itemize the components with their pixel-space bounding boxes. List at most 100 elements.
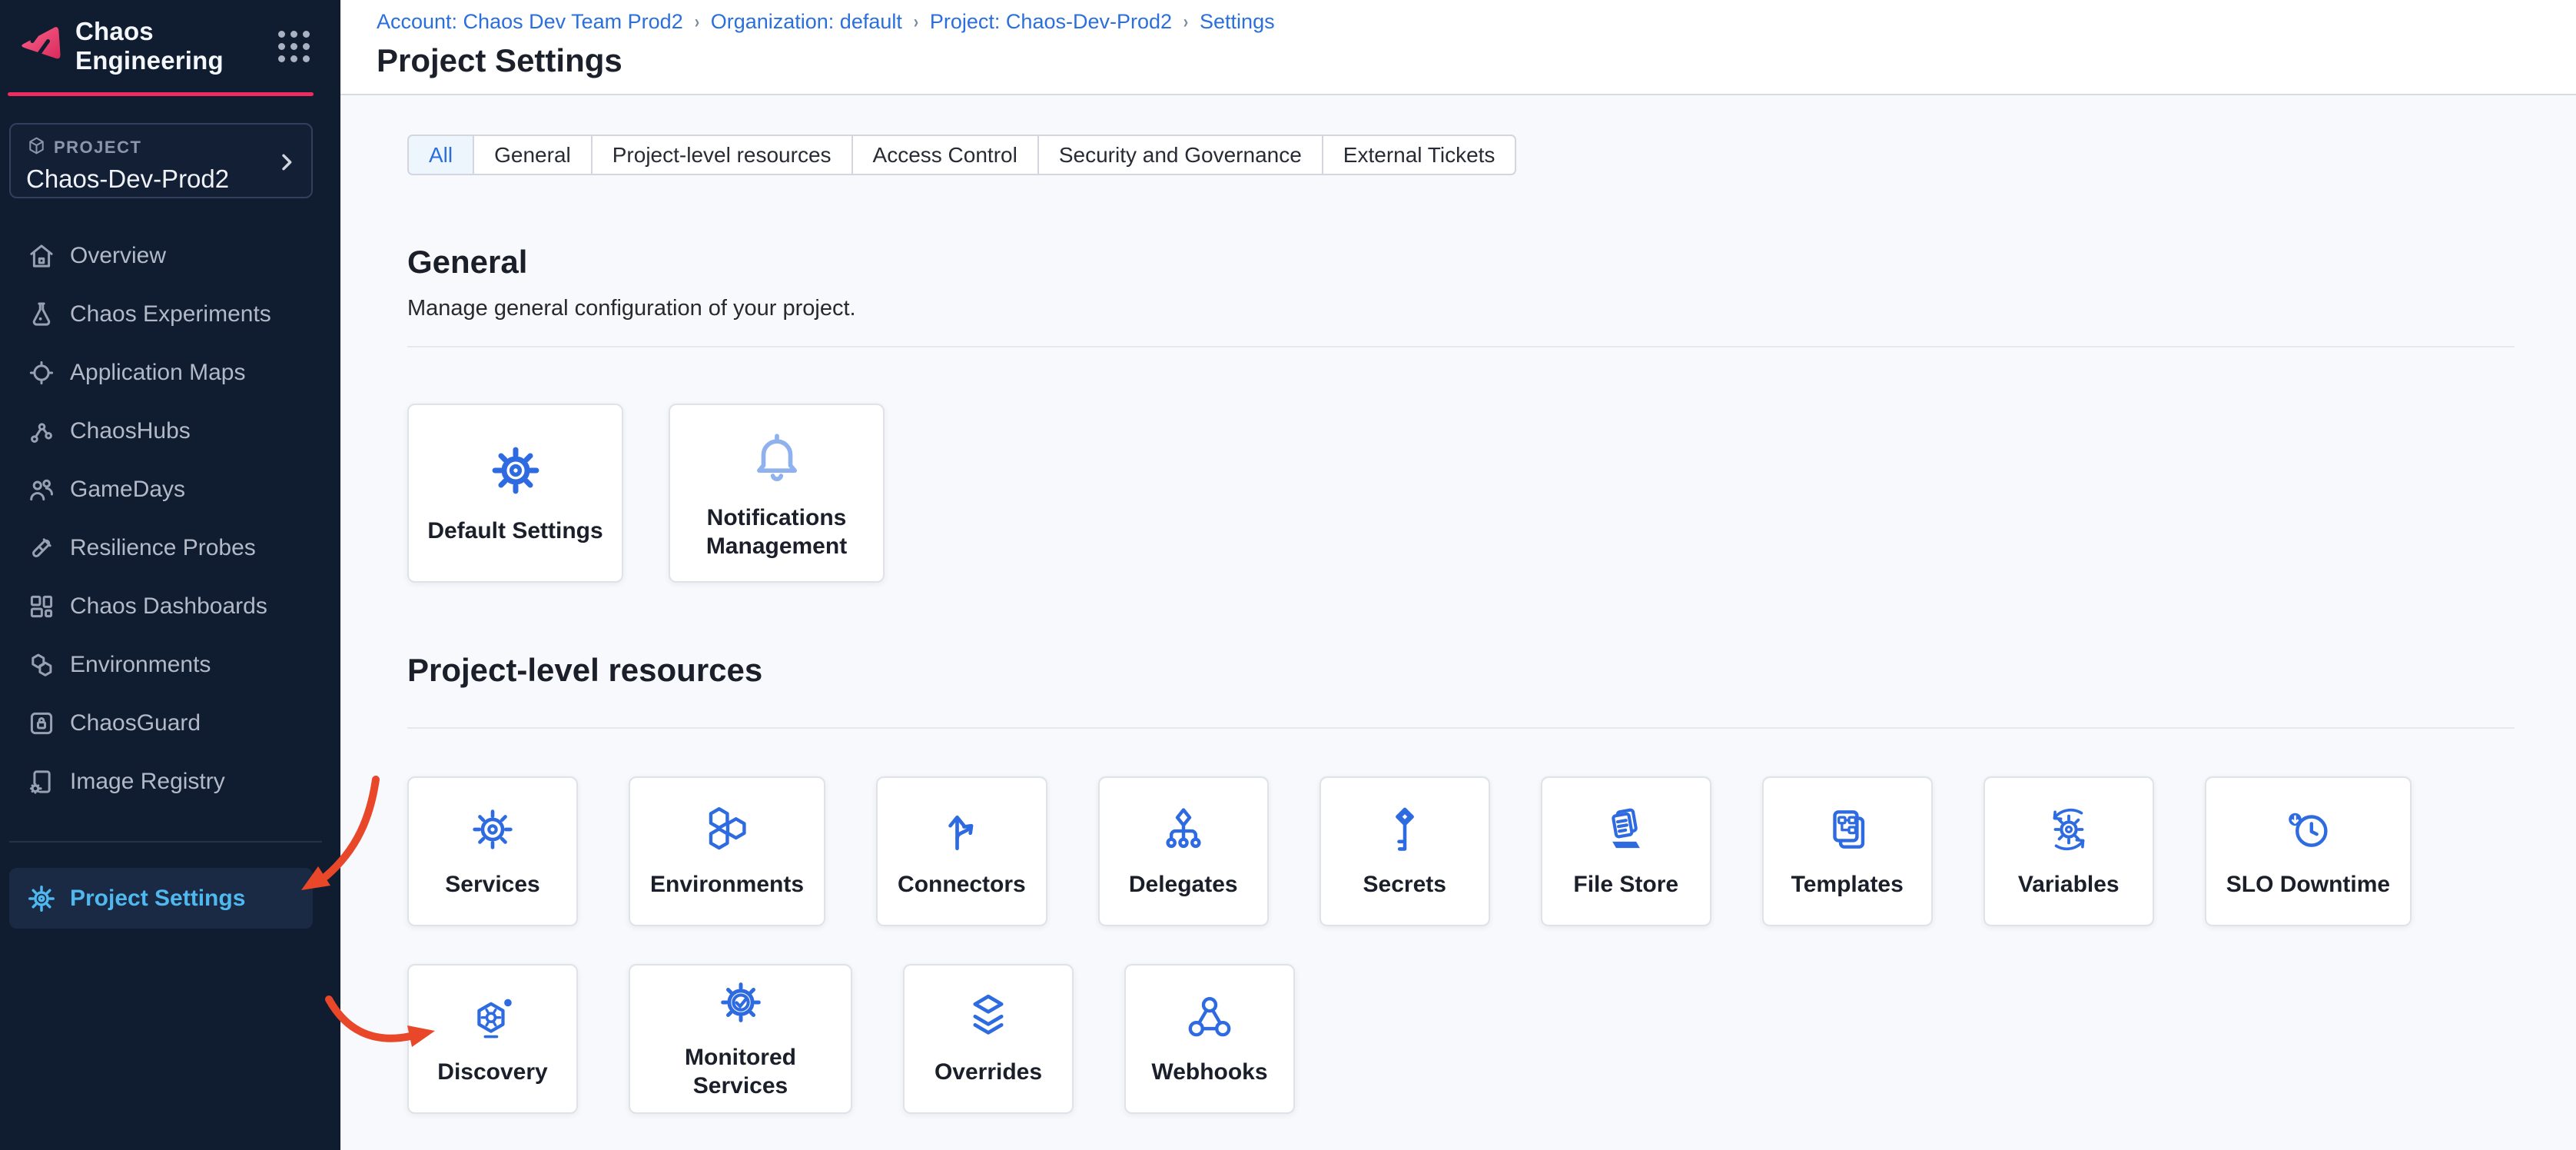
card-label: Services: [445, 871, 539, 899]
card-label: File Store: [1573, 871, 1678, 899]
breadcrumb-organization-link[interactable]: Organization: default: [711, 10, 902, 34]
tab-project-level-resources[interactable]: Project-level resources: [591, 136, 851, 174]
sidebar-item-environments[interactable]: Environments: [0, 636, 340, 694]
template-flowchart-icon: [1822, 804, 1873, 859]
card-environments[interactable]: Environments: [629, 776, 825, 926]
section-general: General Manage general configuration of …: [407, 244, 2515, 583]
card-monitored-services[interactable]: Monitored Services: [629, 964, 852, 1114]
sidebar-item-label: Chaos Dashboards: [70, 593, 267, 620]
resource-cards: Services Environments: [407, 776, 2515, 1114]
card-label: Notifications Management: [686, 504, 867, 560]
sidebar-item-chaos-dashboards[interactable]: Chaos Dashboards: [0, 577, 340, 636]
settings-filter-tabs: All General Project-level resources Acce…: [407, 135, 1516, 175]
org-chart-icon: [1158, 804, 1209, 859]
tab-security-and-governance[interactable]: Security and Governance: [1037, 136, 1322, 174]
page-title: Project Settings: [377, 42, 2576, 79]
sidebar-item-chaoshubs[interactable]: ChaosHubs: [0, 402, 340, 460]
tab-general[interactable]: General: [473, 136, 591, 174]
project-selector[interactable]: PROJECT Chaos-Dev-Prod2: [9, 123, 313, 198]
section-divider: [407, 727, 2515, 729]
card-label: Webhooks: [1151, 1059, 1267, 1087]
card-label: Variables: [2018, 871, 2120, 899]
gear-icon: [486, 441, 545, 504]
sidebar-item-label: Environments: [70, 652, 211, 678]
card-notifications-management[interactable]: Notifications Management: [669, 404, 885, 583]
sidebar-item-chaos-experiments[interactable]: Chaos Experiments: [0, 285, 340, 344]
key-icon: [1379, 804, 1430, 859]
sidebar-item-label: Image Registry: [70, 769, 225, 795]
breadcrumb: Account: Chaos Dev Team Prod2 › Organiza…: [377, 10, 2576, 34]
tab-access-control[interactable]: Access Control: [851, 136, 1037, 174]
card-overrides[interactable]: Overrides: [903, 964, 1074, 1114]
page-gear-icon: [25, 766, 58, 798]
breadcrumb-settings-link[interactable]: Settings: [1200, 10, 1275, 34]
card-secrets[interactable]: Secrets: [1320, 776, 1490, 926]
sidebar-item-chaosguard[interactable]: ChaosGuard: [0, 694, 340, 753]
brand-title: Chaos Engineering: [75, 17, 278, 75]
sidebar-item-resilience-probes[interactable]: Resilience Probes: [0, 519, 340, 577]
apps-grid-icon[interactable]: [278, 31, 310, 62]
sidebar: Chaos Engineering PROJECT Chaos-Dev-Prod…: [0, 0, 340, 1150]
brand-header: Chaos Engineering: [0, 0, 340, 75]
documents-tray-icon: [1601, 804, 1651, 859]
breadcrumb-project-link[interactable]: Project: Chaos-Dev-Prod2: [930, 10, 1172, 34]
gear-refresh-icon: [2043, 804, 2094, 859]
section-project-level-resources: Project-level resources Services: [407, 652, 2515, 1114]
crosshair-icon: [25, 357, 58, 389]
home-icon: [25, 240, 58, 272]
card-variables[interactable]: Variables: [1983, 776, 2154, 926]
sidebar-item-label: Project Settings: [70, 886, 245, 912]
card-label: Monitored Services: [650, 1044, 831, 1100]
flask-icon: [25, 298, 58, 331]
tab-all[interactable]: All: [409, 136, 473, 174]
sidebar-item-label: GameDays: [70, 477, 185, 503]
project-selector-label: PROJECT: [54, 138, 141, 158]
card-label: Secrets: [1363, 871, 1446, 899]
hexagons-icon: [25, 649, 58, 681]
card-file-store[interactable]: File Store: [1541, 776, 1711, 926]
chevron-right-icon: [274, 150, 299, 178]
card-label: Default Settings: [427, 517, 603, 546]
sidebar-item-project-settings[interactable]: Project Settings: [9, 868, 313, 929]
card-templates[interactable]: Templates: [1762, 776, 1933, 926]
card-label: Delegates: [1129, 871, 1238, 899]
card-slo-downtime[interactable]: SLO Downtime: [2205, 776, 2412, 926]
section-description: Manage general configuration of your pro…: [407, 296, 2515, 321]
sidebar-item-image-registry[interactable]: Image Registry: [0, 753, 340, 811]
hexagons-icon: [702, 804, 752, 859]
general-cards: Default Settings Notifications Managemen…: [407, 404, 2515, 583]
sidebar-item-label: Resilience Probes: [70, 535, 256, 561]
project-name: Chaos-Dev-Prod2: [26, 165, 296, 194]
card-connectors[interactable]: Connectors: [876, 776, 1047, 926]
card-delegates[interactable]: Delegates: [1098, 776, 1269, 926]
card-label: Environments: [650, 871, 804, 899]
sidebar-item-overview[interactable]: Overview: [0, 227, 340, 285]
card-label: Templates: [1791, 871, 1904, 899]
card-label: SLO Downtime: [2226, 871, 2390, 899]
card-label: Connectors: [898, 871, 1026, 899]
settings-content: All General Project-level resources Acce…: [340, 95, 2576, 1150]
people-icon: [25, 474, 58, 506]
card-discovery[interactable]: Discovery: [407, 964, 578, 1114]
clock-badge-icon: [2282, 804, 2333, 859]
sidebar-item-gamedays[interactable]: GameDays: [0, 460, 340, 519]
card-default-settings[interactable]: Default Settings: [407, 404, 623, 583]
dashboard-grid-icon: [25, 590, 58, 623]
main-area: Account: Chaos Dev Team Prod2 › Organiza…: [340, 0, 2576, 1150]
sidebar-item-label: Chaos Experiments: [70, 301, 271, 327]
sidebar-divider: [9, 841, 322, 843]
tab-external-tickets[interactable]: External Tickets: [1322, 136, 1515, 174]
section-title: General: [407, 244, 2515, 281]
sidebar-item-application-maps[interactable]: Application Maps: [0, 344, 340, 402]
chevron-right-icon: ›: [914, 12, 918, 33]
app-root: Chaos Engineering PROJECT Chaos-Dev-Prod…: [0, 0, 2576, 1150]
breadcrumb-account-link[interactable]: Account: Chaos Dev Team Prod2: [377, 10, 683, 34]
webhook-icon: [1184, 992, 1235, 1046]
chaos-engineering-logo: [15, 22, 65, 71]
gear-icon: [25, 882, 58, 915]
section-title: Project-level resources: [407, 652, 2515, 689]
card-services[interactable]: Services: [407, 776, 578, 926]
cube-icon: [26, 135, 47, 160]
sidebar-item-label: Application Maps: [70, 360, 245, 386]
card-webhooks[interactable]: Webhooks: [1124, 964, 1295, 1114]
